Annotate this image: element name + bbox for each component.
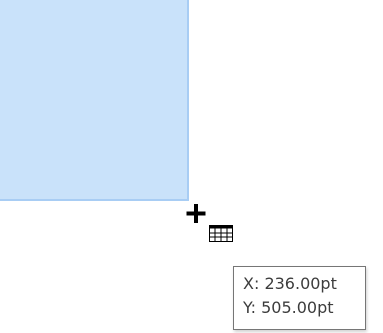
coordinate-tooltip: X: 236.00pt Y: 505.00pt — [233, 266, 366, 330]
table-draw-selection-rect — [0, 0, 189, 201]
x-coordinate-label: X: 236.00pt — [243, 274, 337, 293]
y-coordinate-label: Y: 505.00pt — [243, 298, 334, 317]
crosshair-table-icon — [186, 204, 233, 242]
drawing-canvas[interactable]: X: 236.00pt Y: 505.00pt — [0, 0, 383, 333]
